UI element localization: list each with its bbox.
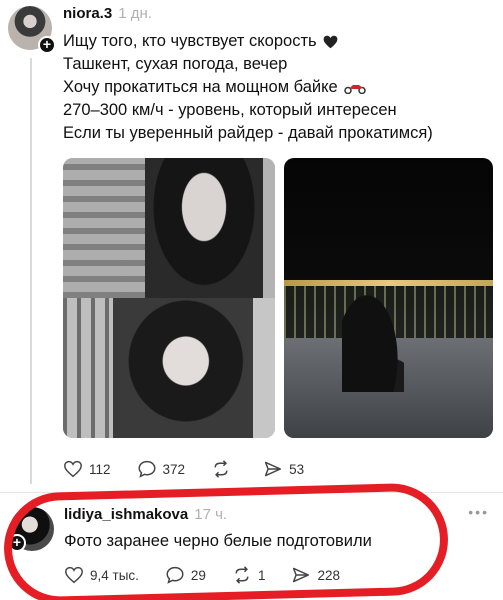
post-line-text: Фото заранее черно белые подготовили [64,532,372,550]
username[interactable]: niora.3 [63,5,112,22]
black-heart-icon [323,35,337,48]
post-line: Фото заранее черно белые подготовили [64,530,372,553]
like-count: 112 [89,461,111,477]
speech-bubble-icon [138,460,156,478]
share-count: 53 [289,461,305,477]
comment-button[interactable]: 29 [165,566,206,584]
like-button[interactable]: 9,4 тыс. [64,566,139,584]
selfie-photo-bottom [63,298,275,438]
heart-outline-icon [65,566,83,584]
post-line-text: 270–300 км/ч - уровень, который интересе… [63,101,397,119]
post-header: lidiya_ishmakova 17 ч. [64,506,227,523]
portrait [145,158,263,298]
thread-line [30,58,32,484]
heart-outline-icon [64,460,82,478]
post-actions: 112 372 53 [63,460,330,478]
post-header: niora.3 1 дн. [63,5,152,22]
gym-background [63,158,153,298]
post-line: Хочу прокатиться на мощном байке [63,76,483,99]
more-dots-icon[interactable]: ••• [468,504,489,520]
send-icon [293,567,310,583]
repost-button[interactable]: 1 [232,566,266,584]
portrait [113,298,253,438]
post-text: Фото заранее черно белые подготовили [64,530,372,553]
post-line-text: Если ты уверенный райдер - давай прокати… [63,124,433,142]
comment-count: 29 [190,567,206,583]
motorcycle-photo[interactable] [284,158,493,438]
post-line-text: Ищу того, кто чувствует скорость [63,32,317,50]
like-count: 9,4 тыс. [90,567,139,583]
photo-collage[interactable] [63,158,275,438]
repost-button[interactable] [211,460,237,478]
follow-plus-icon[interactable]: + [8,534,26,552]
post-line: 270–300 км/ч - уровень, который интересе… [63,99,483,122]
selfie-photo-top [63,158,275,298]
follow-plus-icon[interactable]: + [38,36,56,54]
motorcycle-icon [343,84,366,94]
repost-arrows-icon [214,460,228,478]
speech-bubble-icon [166,566,184,584]
divider [0,492,503,493]
timestamp: 17 ч. [194,506,228,523]
share-button[interactable]: 228 [291,566,340,584]
share-button[interactable]: 53 [263,460,304,478]
send-icon [264,461,282,477]
rider-wheelie [342,282,404,392]
username[interactable]: lidiya_ishmakova [64,506,188,523]
post-text: Ищу того, кто чувствует скорость Ташкент… [63,30,483,145]
repost-count: 1 [257,567,266,583]
like-button[interactable]: 112 [63,460,111,478]
post-line: Ищу того, кто чувствует скорость [63,30,483,53]
post-actions: 9,4 тыс. 29 1 228 [64,566,366,584]
share-count: 228 [317,567,340,583]
post-line-text: Хочу прокатиться на мощном байке [63,78,338,96]
comment-button[interactable]: 372 [137,460,186,478]
comment-count: 372 [162,461,186,477]
post-line: Если ты уверенный райдер - давай прокати… [63,122,483,145]
post-line-text: Ташкент, сухая погода, вечер [63,55,288,73]
repost-arrows-icon [235,566,249,584]
timestamp: 1 дн. [118,5,152,22]
post-line: Ташкент, сухая погода, вечер [63,53,483,76]
